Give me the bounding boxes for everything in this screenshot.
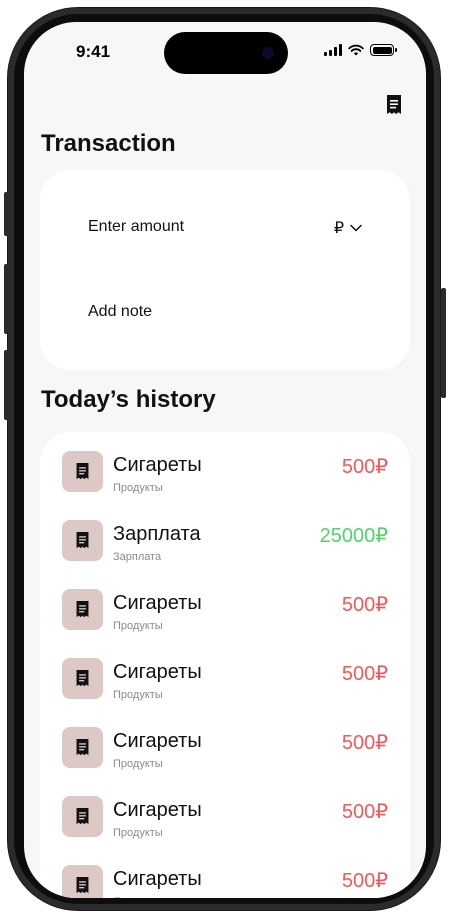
item-title: Сигареты: [113, 661, 202, 683]
wifi-icon: [348, 44, 364, 56]
note-input[interactable]: Add note: [88, 303, 152, 321]
receipt-icon: [76, 532, 89, 549]
currency-symbol: ₽: [333, 220, 344, 237]
dynamic-island: [164, 32, 288, 74]
history-item[interactable]: Сигареты Продукты 500₽: [62, 858, 388, 898]
camera-icon: [262, 47, 274, 59]
history-card: Сигареты Продукты 500₽ Зарплата Зарплата…: [40, 432, 410, 898]
history-item[interactable]: Сигареты Продукты 500₽: [62, 789, 388, 849]
receipt-icon-tile: [62, 451, 103, 492]
history-item[interactable]: Сигареты Продукты 500₽: [62, 582, 388, 642]
status-icons: [324, 44, 397, 56]
item-category: Продукты: [113, 689, 163, 701]
transaction-card: Enter amount ₽ Add note: [40, 170, 410, 370]
status-bar: 9:41: [24, 22, 426, 76]
amount-input[interactable]: Enter amount: [88, 218, 184, 236]
item-category: Продукты: [113, 827, 163, 839]
receipt-icon: [76, 463, 89, 480]
item-amount: 500₽: [341, 663, 388, 685]
item-title: Сигареты: [113, 868, 202, 890]
item-category: Продукты: [113, 620, 163, 632]
item-category: Продукты: [113, 896, 163, 898]
receipt-icon-tile: [62, 865, 103, 898]
currency-select[interactable]: ₽: [334, 218, 362, 238]
app-screen: 9:41 Transaction Enter amount ₽ Add note…: [24, 22, 426, 898]
item-amount: 500₽: [341, 870, 388, 892]
volume-up-button: [4, 264, 9, 334]
history-item[interactable]: Зарплата Зарплата 25000₽: [62, 513, 388, 573]
item-title: Сигареты: [113, 730, 202, 752]
receipt-icon[interactable]: [384, 94, 404, 116]
history-item[interactable]: Сигареты Продукты 500₽: [62, 444, 388, 504]
item-amount: 500₽: [341, 594, 388, 616]
volume-down-button: [4, 350, 9, 420]
battery-icon: [370, 44, 397, 56]
item-amount: 500₽: [341, 732, 388, 754]
item-title: Сигареты: [113, 592, 202, 614]
item-title: Сигареты: [113, 799, 202, 821]
history-item[interactable]: Сигареты Продукты 500₽: [62, 720, 388, 780]
power-button: [441, 288, 446, 398]
receipt-icon: [76, 670, 89, 687]
item-amount: 500₽: [341, 456, 388, 478]
transaction-title: Transaction: [41, 130, 176, 157]
receipt-icon: [76, 739, 89, 756]
history-item[interactable]: Сигареты Продукты 500₽: [62, 651, 388, 711]
cellular-signal-icon: [324, 44, 342, 56]
status-time: 9:41: [76, 42, 111, 61]
receipt-icon: [76, 808, 89, 825]
action-button: [4, 192, 9, 236]
chevron-down-icon: [350, 224, 362, 232]
item-category: Продукты: [113, 758, 163, 770]
receipt-icon-tile: [62, 658, 103, 699]
item-amount: 500₽: [341, 801, 388, 823]
receipt-icon: [76, 877, 89, 894]
receipt-icon-tile: [62, 589, 103, 630]
receipt-icon: [76, 601, 89, 618]
item-amount: 25000₽: [319, 525, 388, 547]
item-title: Зарплата: [113, 523, 201, 545]
item-category: Зарплата: [113, 551, 162, 563]
item-title: Сигареты: [113, 454, 202, 476]
receipt-icon-tile: [62, 796, 103, 837]
receipt-icon-tile: [62, 520, 103, 561]
item-category: Продукты: [113, 482, 163, 494]
receipt-icon-tile: [62, 727, 103, 768]
history-title: Today’s history: [41, 386, 216, 413]
